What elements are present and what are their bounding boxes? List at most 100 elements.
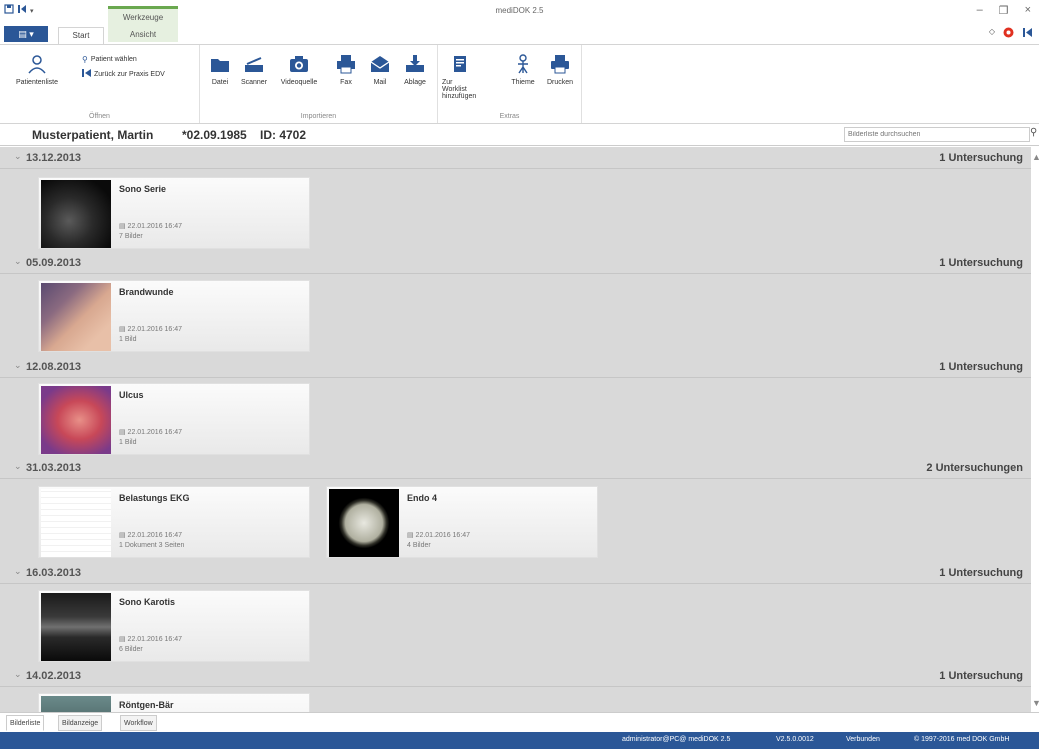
exam-card[interactable]: Brandwunde ▤ 22.01.2016 16:47 1 Bild — [38, 280, 310, 352]
group-count: 1 Untersuchung — [939, 670, 1023, 682]
chevron-down-icon[interactable]: ⌄ — [14, 566, 22, 577]
folder-icon — [209, 53, 231, 75]
patient-select-icon: ⚲ — [82, 55, 88, 64]
status-user: administrator@PC@ mediDOK 2.5 — [622, 736, 731, 743]
search-input[interactable] — [844, 127, 1030, 142]
tab-bilderliste[interactable]: Bilderliste — [6, 715, 45, 731]
mail-label: Mail — [373, 79, 387, 86]
exam-title: Endo 4 — [407, 493, 438, 503]
exam-info: 1 Bild — [119, 336, 137, 343]
exam-info: 1 Bild — [119, 439, 137, 446]
date-group-header[interactable]: ⌄ 12.08.2013 1 Untersuchung — [0, 356, 1031, 378]
group-oeffnen: Patientenliste ⚲ Patient wählen Zurück z… — [0, 45, 200, 123]
exam-title: Ulcus — [119, 390, 144, 400]
thumbnail-skin — [41, 283, 111, 351]
exam-card[interactable]: Ulcus ▤ 22.01.2016 16:47 1 Bild — [38, 383, 310, 455]
exam-title: Brandwunde — [119, 287, 174, 297]
chevron-down-icon[interactable]: ⌄ — [14, 256, 22, 267]
exam-card[interactable]: Belastungs EKG ▤ 22.01.2016 16:47 1 Doku… — [38, 486, 310, 558]
chevron-down-icon[interactable]: ⌄ — [14, 360, 22, 371]
patient-id: ID: 4702 — [260, 128, 307, 142]
mail-icon — [369, 53, 391, 75]
date-group-header[interactable]: ⌄ 05.09.2013 1 Untersuchung — [0, 252, 1031, 274]
tab-workflow[interactable]: Workflow — [120, 715, 157, 731]
restore-button[interactable]: ❐ — [999, 4, 1009, 17]
fax-label: Fax — [340, 79, 352, 86]
videoquelle-button[interactable]: Videoquelle — [276, 53, 322, 86]
exam-title: Sono Karotis — [119, 597, 176, 607]
date-group-header[interactable]: ⌄ 14.02.2013 1 Untersuchung — [0, 665, 1031, 687]
tray-download-icon — [404, 53, 426, 75]
thumbnail-endo — [329, 489, 399, 557]
tab-start[interactable]: Start — [58, 27, 104, 44]
fax-button[interactable]: Fax — [334, 53, 358, 86]
zurueck-edv-label: Zurück zur Praxis EDV — [94, 70, 165, 78]
ablage-label: Ablage — [404, 79, 426, 86]
group-count: 1 Untersuchung — [939, 257, 1023, 269]
info-icon[interactable] — [1022, 27, 1033, 41]
exam-card[interactable]: Endo 4 ▤ 22.01.2016 16:47 4 Bilder — [326, 486, 598, 558]
thieme-button[interactable]: Thieme — [506, 53, 540, 86]
tab-bildanzeige[interactable]: Bildanzeige — [58, 715, 103, 731]
exam-title: Belastungs EKG — [119, 493, 190, 503]
group-count: 1 Untersuchung — [939, 567, 1023, 579]
scroll-down-arrow-icon[interactable]: ▼ — [1032, 698, 1039, 708]
zurueck-edv-button[interactable]: Zurück zur Praxis EDV — [82, 69, 165, 79]
thumbnail-sono — [41, 180, 111, 248]
patientenliste-button[interactable]: Patientenliste — [4, 53, 70, 86]
image-list[interactable]: ⌄ 13.12.2013 1 Untersuchung Sono Serie ▤… — [0, 147, 1031, 712]
patientenliste-label: Patientenliste — [15, 79, 59, 86]
ribbon-right-icons: ◇ — [989, 27, 1033, 41]
group-importieren: Datei Scanner Videoquelle Fax Mail Ablag… — [200, 45, 438, 123]
minimize-button[interactable]: – — [977, 4, 983, 17]
anatomy-icon — [512, 53, 534, 75]
fax-icon — [335, 53, 357, 75]
tab-ansicht[interactable]: Ansicht — [112, 27, 174, 44]
exam-card[interactable]: Sono Serie ▤ 22.01.2016 16:47 7 Bilder — [38, 177, 310, 249]
search-icon[interactable]: ⚲ — [1030, 127, 1037, 138]
zur-worklist-label: Zur Worklist hinzufügen — [442, 79, 477, 100]
group-date: 13.12.2013 — [26, 152, 82, 164]
group-count: 1 Untersuchung — [939, 152, 1023, 164]
status-version: V2.5.0.0012 — [776, 736, 814, 743]
help-icon[interactable] — [1003, 27, 1014, 41]
thumbnail-xray — [41, 696, 111, 712]
ablage-button[interactable]: Ablage — [398, 53, 432, 86]
exam-date: ▤ 22.01.2016 16:47 — [119, 326, 183, 333]
printer-icon — [549, 53, 571, 75]
date-group-header[interactable]: ⌄ 31.03.2013 2 Untersuchungen — [0, 457, 1031, 479]
exam-card[interactable]: Röntgen-Bär — [38, 693, 310, 712]
camera-icon — [288, 53, 310, 75]
chevron-down-icon[interactable]: ⌄ — [14, 461, 22, 472]
exam-date: ▤ 22.01.2016 16:47 — [407, 532, 471, 539]
exam-card[interactable]: Sono Karotis ▤ 22.01.2016 16:47 6 Bilder — [38, 590, 310, 662]
date-group-header[interactable]: ⌄ 13.12.2013 1 Untersuchung — [0, 147, 1031, 169]
group-importieren-label: Importieren — [300, 113, 337, 120]
drucken-button[interactable]: Drucken — [542, 53, 578, 86]
thumbnail-ekg — [41, 489, 111, 557]
chevron-down-icon[interactable]: ⌄ — [14, 669, 22, 680]
group-date: 05.09.2013 — [26, 257, 82, 269]
exam-title: Sono Serie — [119, 184, 167, 194]
exam-title: Röntgen-Bär — [119, 700, 174, 710]
datei-label: Datei — [211, 79, 229, 86]
date-group-header[interactable]: ⌄ 16.03.2013 1 Untersuchung — [0, 562, 1031, 584]
scanner-button[interactable]: Scanner — [236, 53, 272, 86]
worklist-icon — [449, 53, 471, 75]
scroll-up-arrow-icon[interactable]: ▲ — [1032, 152, 1039, 162]
zur-worklist-button[interactable]: Zur Worklist hinzufügen — [442, 53, 478, 100]
exam-date: ▤ 22.01.2016 16:47 — [119, 429, 183, 436]
patient-waehlen-button[interactable]: ⚲ Patient wählen — [82, 55, 137, 64]
chevron-down-icon[interactable]: ⌄ — [14, 151, 22, 162]
mail-button[interactable]: Mail — [366, 53, 394, 86]
datei-button[interactable]: Datei — [206, 53, 234, 86]
group-count: 1 Untersuchung — [939, 361, 1023, 373]
status-copyright: © 1997-2016 med DOK GmbH — [914, 736, 1010, 743]
close-button[interactable]: × — [1025, 4, 1031, 17]
ribbon: Patientenliste ⚲ Patient wählen Zurück z… — [0, 44, 1039, 124]
collapse-ribbon-icon[interactable]: ◇ — [989, 27, 995, 41]
file-menu-button[interactable]: ▤ ▾ — [4, 26, 48, 42]
patient-bar: Musterpatient, Martin *02.09.1985 ID: 47… — [0, 124, 1039, 146]
exam-info: 6 Bilder — [119, 646, 143, 653]
view-tabs: Bilderliste Bildanzeige Workflow — [0, 712, 1039, 732]
